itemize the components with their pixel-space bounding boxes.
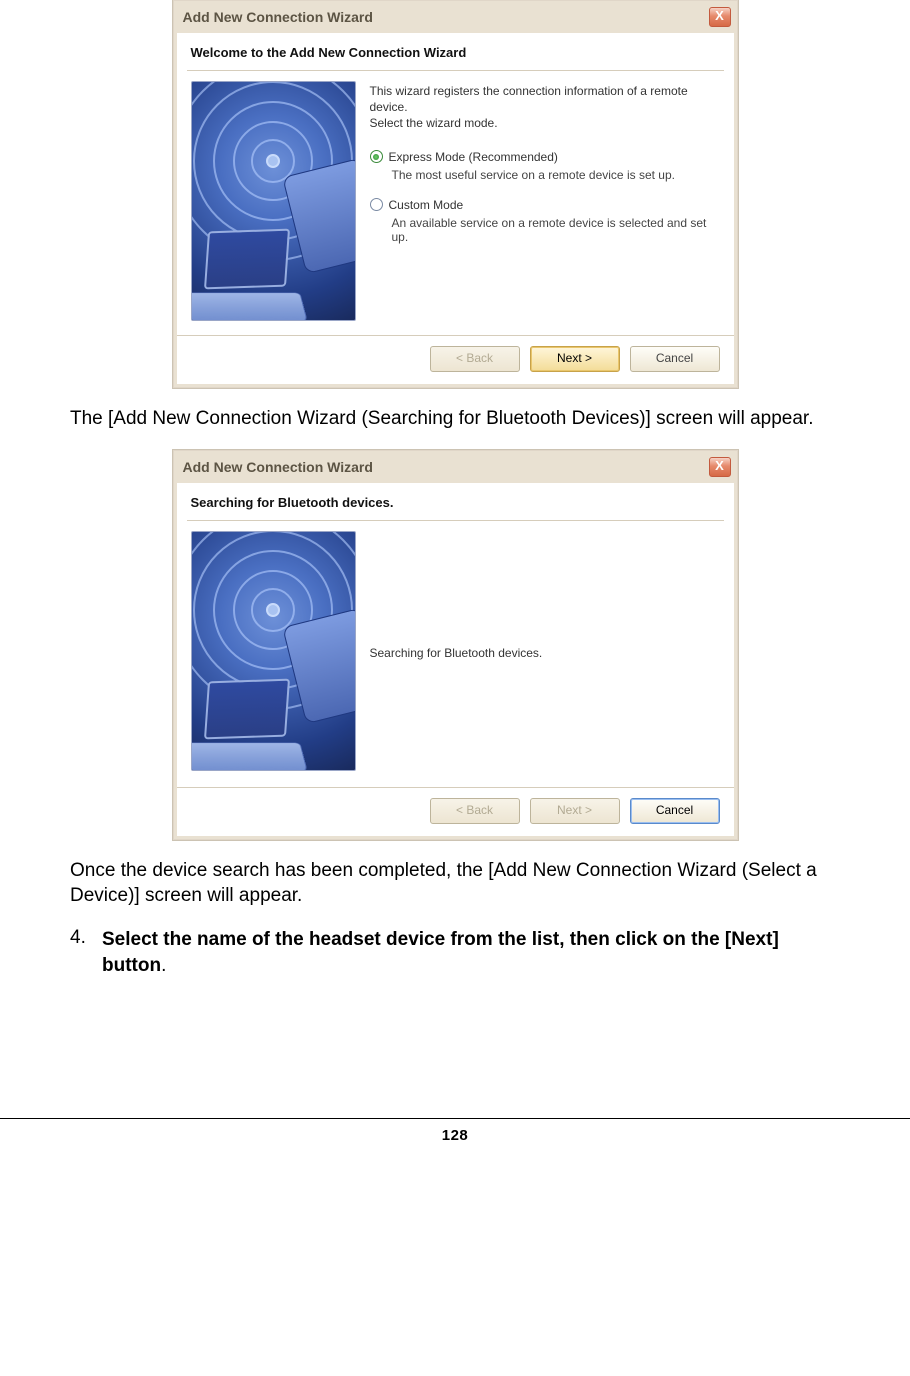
step-text-tail: . xyxy=(161,955,166,976)
wizard-graphic xyxy=(191,81,356,321)
wizard-dialog-welcome: Add New Connection Wizard X Welcome to t… xyxy=(173,0,738,388)
cancel-button[interactable]: Cancel xyxy=(630,798,720,824)
back-button: < Back xyxy=(430,798,520,824)
step-4: 4. Select the name of the headset device… xyxy=(70,927,840,978)
wizard-heading: Welcome to the Add New Connection Wizard xyxy=(177,43,734,70)
radio-icon[interactable] xyxy=(370,150,383,163)
paragraph-searching: The [Add New Connection Wizard (Searchin… xyxy=(70,406,840,432)
option-custom[interactable]: Custom Mode xyxy=(370,198,720,212)
dialog-client: Welcome to the Add New Connection Wizard… xyxy=(177,33,734,384)
titlebar: Add New Connection Wizard X xyxy=(177,4,734,33)
cancel-button[interactable]: Cancel xyxy=(630,346,720,372)
titlebar: Add New Connection Wizard X xyxy=(177,454,734,483)
wizard-desc-line1: This wizard registers the connection inf… xyxy=(370,83,720,115)
close-icon[interactable]: X xyxy=(709,7,731,27)
wizard-heading: Searching for Bluetooth devices. xyxy=(177,493,734,520)
option-custom-label: Custom Mode xyxy=(389,198,464,212)
right-pane: This wizard registers the connection inf… xyxy=(370,81,720,321)
wizard-dialog-searching: Add New Connection Wizard X Searching fo… xyxy=(173,450,738,840)
button-row: < Back Next > Cancel xyxy=(177,787,734,836)
option-custom-sub: An available service on a remote device … xyxy=(392,216,720,244)
option-express[interactable]: Express Mode (Recommended) xyxy=(370,150,720,164)
separator xyxy=(187,70,724,71)
step-text-bold: Select the name of the headset device fr… xyxy=(102,929,779,976)
paragraph-select-device: Once the device search has been complete… xyxy=(70,858,840,909)
wizard-graphic xyxy=(191,531,356,771)
dialog-client: Searching for Bluetooth devices. Searchi… xyxy=(177,483,734,836)
close-icon[interactable]: X xyxy=(709,457,731,477)
laptop-icon xyxy=(191,230,306,321)
step-text: Select the name of the headset device fr… xyxy=(102,927,840,978)
radio-icon[interactable] xyxy=(370,198,383,211)
laptop-icon xyxy=(191,680,306,771)
page-number: 128 xyxy=(0,1118,910,1174)
content-row: Searching for Bluetooth devices. xyxy=(177,531,734,787)
back-button: < Back xyxy=(430,346,520,372)
window-title: Add New Connection Wizard xyxy=(183,9,373,25)
right-pane: Searching for Bluetooth devices. xyxy=(370,531,720,773)
searching-status: Searching for Bluetooth devices. xyxy=(370,533,720,773)
wizard-desc-line2: Select the wizard mode. xyxy=(370,115,720,131)
window-title: Add New Connection Wizard xyxy=(183,459,373,475)
next-button[interactable]: Next > xyxy=(530,346,620,372)
content-row: This wizard registers the connection inf… xyxy=(177,81,734,335)
option-express-sub: The most useful service on a remote devi… xyxy=(392,168,720,182)
option-express-label: Express Mode (Recommended) xyxy=(389,150,558,164)
step-number: 4. xyxy=(70,927,92,978)
button-row: < Back Next > Cancel xyxy=(177,335,734,384)
next-button: Next > xyxy=(530,798,620,824)
separator xyxy=(187,520,724,521)
